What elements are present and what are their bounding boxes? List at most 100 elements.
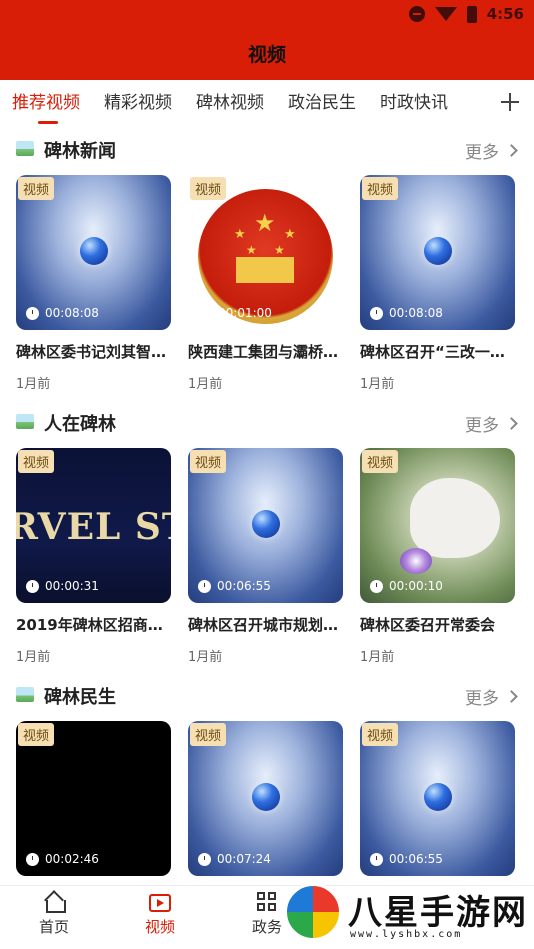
duration-text: 00:07:24: [217, 852, 271, 866]
video-card[interactable]: 视频 00:06:55 碑林区召开城市规划… 1月前: [188, 448, 343, 665]
section-header: 碑林新闻 更多: [0, 129, 534, 169]
more-label: 更多: [465, 143, 499, 163]
clock-icon: [370, 579, 383, 593]
clock-icon: [26, 579, 39, 593]
battery-icon: [466, 5, 477, 23]
duration-text: 00:08:08: [45, 306, 99, 320]
watermark-logo: [284, 883, 342, 941]
globe-icon: [424, 783, 452, 811]
video-title[interactable]: 碑林区委书记刘其智…: [16, 341, 171, 362]
video-title[interactable]: 碑林区委召开常委会: [360, 614, 515, 635]
video-title[interactable]: 2019年碑林区招商推…: [16, 614, 171, 635]
wifi-icon: [434, 7, 457, 21]
chevron-right-icon: [505, 690, 518, 703]
video-thumbnail[interactable]: 视频 00:06:55: [360, 721, 515, 876]
video-thumbnail[interactable]: 视频 00:08:08: [360, 175, 515, 330]
duration-text: 00:08:08: [389, 306, 443, 320]
tab-news-flash[interactable]: 时政快讯: [380, 80, 448, 128]
duration-text: 00:00:10: [389, 579, 443, 593]
video-thumbnail[interactable]: ★ ★ ★ ★ ★ 视频 00:01:00: [188, 175, 343, 330]
gate-shape: [236, 257, 294, 283]
video-duration: 00:07:24: [198, 852, 271, 866]
star-icon: ★: [284, 227, 296, 242]
video-badge: 视频: [18, 723, 55, 746]
video-card[interactable]: 视频 00:07:24: [188, 721, 343, 876]
clock-icon: [198, 852, 211, 866]
video-title[interactable]: 陕西建工集团与灞桥…: [188, 341, 343, 362]
video-badge: 视频: [18, 177, 55, 200]
video-title[interactable]: 碑林区召开“三改一通…: [360, 341, 515, 362]
video-card[interactable]: 视频 00:02:46: [16, 721, 171, 876]
video-thumbnail[interactable]: RVEL STUD 视频 00:00:31: [16, 448, 171, 603]
flower-image: [400, 548, 432, 574]
tab-recommended[interactable]: 推荐视频: [12, 80, 80, 128]
video-badge: 视频: [362, 723, 399, 746]
more-link[interactable]: 更多: [465, 684, 518, 709]
site-watermark: 八星手游网 www.lyshbx.com: [284, 883, 534, 949]
globe-icon: [80, 237, 108, 265]
duration-text: 00:01:00: [218, 306, 272, 320]
image-icon: [16, 414, 34, 429]
watermark-url: www.lyshbx.com: [350, 929, 463, 940]
chevron-right-icon: [505, 144, 518, 157]
nav-video[interactable]: 视频: [120, 892, 200, 937]
video-duration: 00:01:00: [218, 306, 272, 320]
sheep-image: [410, 478, 500, 558]
video-card[interactable]: 视频 00:00:10 碑林区委召开常委会 1月前: [360, 448, 515, 665]
home-icon: [44, 892, 66, 913]
status-bar: 4:56: [408, 0, 534, 28]
thumbnail-logo-text: RVEL STUD: [16, 506, 171, 548]
more-link[interactable]: 更多: [465, 138, 518, 163]
star-icon: ★: [234, 227, 246, 242]
section-title: 人在碑林: [44, 414, 116, 435]
clock-icon: [370, 852, 383, 866]
video-thumbnail[interactable]: 视频 00:07:24: [188, 721, 343, 876]
star-icon: ★: [254, 209, 276, 237]
section-beilin-news: 碑林新闻 更多 视频 00:08:08 碑林区委书记刘其智… 1月前 ★ ★ ★…: [0, 129, 534, 399]
status-time: 4:56: [486, 5, 524, 23]
globe-icon: [252, 510, 280, 538]
video-card[interactable]: 视频 00:06:55: [360, 721, 515, 876]
video-card[interactable]: 视频 00:08:08 碑林区召开“三改一通… 1月前: [360, 175, 515, 392]
video-badge: 视频: [362, 450, 399, 473]
video-card[interactable]: ★ ★ ★ ★ ★ 视频 00:01:00 陕西建工集团与灞桥… 1月前: [188, 175, 343, 392]
tab-beilin[interactable]: 碑林视频: [196, 80, 264, 128]
more-link[interactable]: 更多: [465, 411, 518, 436]
video-thumbnail[interactable]: 视频 00:02:46: [16, 721, 171, 876]
video-thumbnail[interactable]: 视频 00:06:55: [188, 448, 343, 603]
publish-time: 1月前: [16, 377, 51, 392]
add-tab-icon[interactable]: [498, 88, 522, 116]
video-thumbnail[interactable]: 视频 00:00:10: [360, 448, 515, 603]
tab-featured[interactable]: 精彩视频: [104, 80, 172, 128]
app-header: 4:56 视频: [0, 0, 534, 80]
section-title: 碑林新闻: [44, 141, 116, 162]
video-duration: 00:06:55: [198, 579, 271, 593]
video-duration: 00:08:08: [26, 306, 99, 320]
globe-icon: [424, 237, 452, 265]
video-thumbnail[interactable]: 视频 00:08:08: [16, 175, 171, 330]
duration-text: 00:06:55: [389, 852, 443, 866]
section-title: 碑林民生: [44, 687, 116, 708]
clock-icon: [370, 306, 383, 320]
video-title[interactable]: 碑林区召开城市规划…: [188, 614, 343, 635]
globe-icon: [252, 783, 280, 811]
nav-home[interactable]: 首页: [14, 892, 94, 937]
video-badge: 视频: [190, 450, 227, 473]
nav-label: 首页: [38, 918, 69, 936]
section-people-in-beilin: 人在碑林 更多 RVEL STUD 视频 00:00:31 2019年碑林区招商…: [0, 402, 534, 672]
video-card[interactable]: RVEL STUD 视频 00:00:31 2019年碑林区招商推… 1月前: [16, 448, 171, 665]
video-badge: 视频: [190, 723, 227, 746]
video-duration: 00:00:31: [26, 579, 99, 593]
clock-icon: [198, 579, 211, 593]
duration-text: 00:06:55: [217, 579, 271, 593]
video-badge: 视频: [18, 450, 55, 473]
watermark-text: 八星手游网: [348, 893, 528, 933]
star-icon: ★: [246, 243, 257, 257]
duration-text: 00:00:31: [45, 579, 99, 593]
duration-text: 00:02:46: [45, 852, 99, 866]
nav-label: 视频: [144, 918, 175, 936]
video-card[interactable]: 视频 00:08:08 碑林区委书记刘其智… 1月前: [16, 175, 171, 392]
tab-politics[interactable]: 政治民生: [288, 80, 356, 128]
do-not-disturb-icon: [408, 6, 425, 22]
star-icon: ★: [274, 243, 285, 257]
